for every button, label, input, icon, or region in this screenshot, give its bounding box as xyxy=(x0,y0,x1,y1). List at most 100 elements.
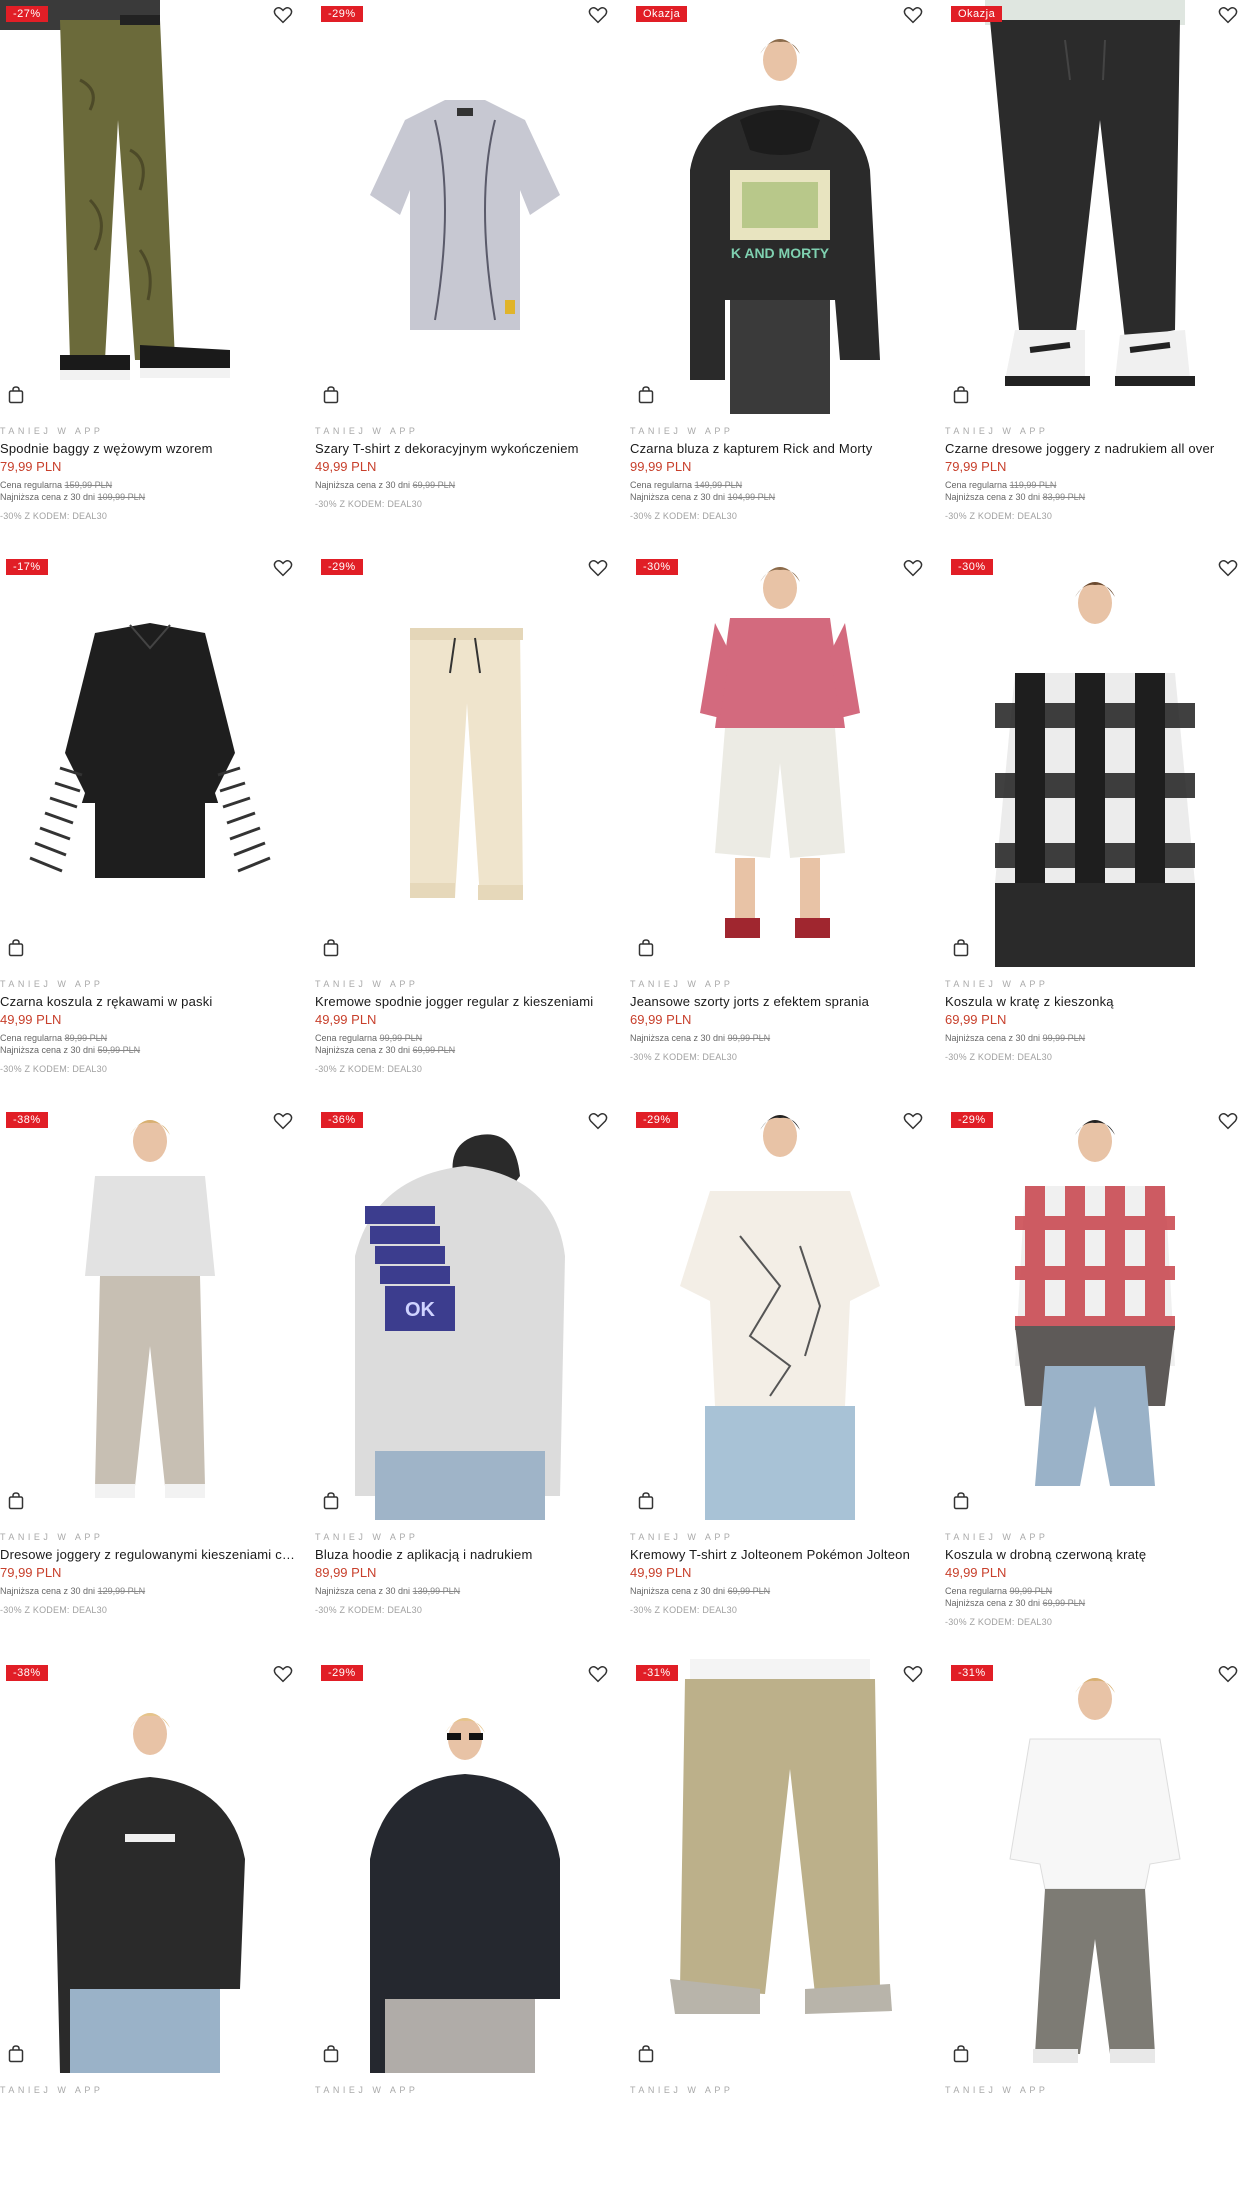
promo-code: -30% Z KODEM: DEAL30 xyxy=(0,1605,108,1615)
shopping-bag-icon[interactable] xyxy=(323,2045,339,2063)
product-name[interactable]: Koszula w drobną czerwoną kratę xyxy=(945,1547,1245,1562)
product-card[interactable]: -29% TANIEJ W APP Kremowy T-shirt z Jolt… xyxy=(630,1106,930,1654)
regular-price: 89,99 PLN xyxy=(64,1033,108,1043)
product-price: 49,99 PLN xyxy=(0,1012,62,1027)
app-discount-label: TANIEJ W APP xyxy=(0,979,104,989)
product-card[interactable]: -29% TANIEJ W APP xyxy=(315,1659,615,2207)
shopping-bag-icon[interactable] xyxy=(638,1492,654,1510)
shopping-bag-icon[interactable] xyxy=(323,1492,339,1510)
lowest-price-line: Najniższa cena z 30 dni 69,99 PLN xyxy=(315,1045,456,1055)
heart-icon[interactable] xyxy=(272,557,294,579)
product-image[interactable] xyxy=(0,1659,300,2073)
product-image[interactable] xyxy=(0,553,300,967)
promo-code: -30% Z KODEM: DEAL30 xyxy=(315,499,423,509)
product-card[interactable]: -31% TANIEJ W APP xyxy=(945,1659,1245,2207)
product-name[interactable]: Dresowe joggery z regulowanymi kieszenia… xyxy=(0,1547,300,1562)
product-card[interactable]: -17% TANIEJ W APP Czarna koszula z rękaw… xyxy=(0,553,300,1101)
heart-icon[interactable] xyxy=(902,4,924,26)
product-card[interactable]: -38% TANIEJ W APP xyxy=(0,1659,300,2207)
svg-text:OK: OK xyxy=(405,1299,436,1321)
product-card[interactable]: -38% TANIEJ W APP Dresowe joggery z regu… xyxy=(0,1106,300,1654)
product-image[interactable] xyxy=(945,553,1245,967)
product-image[interactable]: OK xyxy=(315,1106,615,1520)
product-image[interactable] xyxy=(945,1659,1245,2073)
heart-icon[interactable] xyxy=(587,1663,609,1685)
product-name[interactable]: Czarne dresowe joggery z nadrukiem all o… xyxy=(945,441,1245,456)
product-image[interactable] xyxy=(945,1106,1245,1520)
product-image[interactable] xyxy=(315,1659,615,2073)
product-card[interactable]: -31% TANIEJ W APP xyxy=(630,1659,930,2207)
app-discount-label: TANIEJ W APP xyxy=(945,1532,1049,1542)
app-discount-label: TANIEJ W APP xyxy=(315,2085,419,2095)
product-name[interactable]: Szary T-shirt z dekoracyjnym wykończenie… xyxy=(315,441,615,456)
product-name[interactable]: Jeansowe szorty jorts z efektem sprania xyxy=(630,994,930,1009)
shopping-bag-icon[interactable] xyxy=(953,939,969,957)
product-name[interactable]: Bluza hoodie z aplikacją i nadrukiem xyxy=(315,1547,615,1562)
product-image[interactable] xyxy=(945,0,1245,414)
lowest-price: 104,99 PLN xyxy=(727,492,776,502)
shopping-bag-icon[interactable] xyxy=(323,939,339,957)
heart-icon[interactable] xyxy=(587,1110,609,1132)
product-price: 69,99 PLN xyxy=(945,1012,1007,1027)
heart-icon[interactable] xyxy=(1217,557,1239,579)
app-discount-label: TANIEJ W APP xyxy=(315,426,419,436)
heart-icon[interactable] xyxy=(1217,1110,1239,1132)
shopping-bag-icon[interactable] xyxy=(953,386,969,404)
product-card[interactable]: -29% TANIEJ W APP Kremowe spodnie jogger… xyxy=(315,553,615,1101)
product-price: 79,99 PLN xyxy=(945,459,1007,474)
shopping-bag-icon[interactable] xyxy=(8,939,24,957)
product-image[interactable] xyxy=(0,1106,300,1520)
product-image[interactable] xyxy=(315,553,615,967)
discount-badge: Okazja xyxy=(951,6,1003,22)
heart-icon[interactable] xyxy=(272,4,294,26)
heart-icon[interactable] xyxy=(902,1110,924,1132)
heart-icon[interactable] xyxy=(902,1663,924,1685)
shopping-bag-icon[interactable] xyxy=(8,1492,24,1510)
product-card[interactable]: -29% TANIEJ W APP Koszula w drobną czerw… xyxy=(945,1106,1245,1654)
product-card[interactable]: OK -36% TANIEJ W APP Bluza hoodie z apli… xyxy=(315,1106,615,1654)
product-name[interactable]: Czarna koszula z rękawami w paski xyxy=(0,994,300,1009)
shopping-bag-icon[interactable] xyxy=(8,2045,24,2063)
heart-icon[interactable] xyxy=(587,4,609,26)
heart-icon[interactable] xyxy=(902,557,924,579)
heart-icon[interactable] xyxy=(1217,1663,1239,1685)
promo-code: -30% Z KODEM: DEAL30 xyxy=(945,1617,1053,1627)
product-card[interactable]: -29% TANIEJ W APP Szary T-shirt z dekora… xyxy=(315,0,615,548)
app-discount-label: TANIEJ W APP xyxy=(630,426,734,436)
heart-icon[interactable] xyxy=(272,1110,294,1132)
shopping-bag-icon[interactable] xyxy=(8,386,24,404)
product-image[interactable] xyxy=(0,0,300,414)
product-image[interactable] xyxy=(315,0,615,414)
product-image[interactable] xyxy=(630,553,930,967)
product-name[interactable]: Kremowy T-shirt z Jolteonem Pokémon Jolt… xyxy=(630,1547,930,1562)
app-discount-label: TANIEJ W APP xyxy=(945,979,1049,989)
discount-badge: -29% xyxy=(636,1112,678,1128)
heart-icon[interactable] xyxy=(272,1663,294,1685)
product-price: 89,99 PLN xyxy=(315,1565,377,1580)
product-card[interactable]: Okazja TANIEJ W APP Czarne dresowe jogge… xyxy=(945,0,1245,548)
shopping-bag-icon[interactable] xyxy=(638,386,654,404)
product-card[interactable]: -30% TANIEJ W APP Koszula w kratę z kies… xyxy=(945,553,1245,1101)
shopping-bag-icon[interactable] xyxy=(638,2045,654,2063)
shopping-bag-icon[interactable] xyxy=(638,939,654,957)
product-name[interactable]: Koszula w kratę z kieszonką xyxy=(945,994,1245,1009)
product-name[interactable]: Czarna bluza z kapturem Rick and Morty xyxy=(630,441,930,456)
product-name[interactable]: Spodnie baggy z wężowym wzorem xyxy=(0,441,300,456)
discount-badge: -30% xyxy=(636,559,678,575)
shopping-bag-icon[interactable] xyxy=(953,2045,969,2063)
product-image[interactable]: K AND MORTY xyxy=(630,0,930,414)
product-card[interactable]: -27% TANIEJ W APP Spodnie baggy z wężowy… xyxy=(0,0,300,548)
price-details: Najniższa cena z 30 dni 99,99 PLN -30% Z … xyxy=(945,1032,1085,1063)
regular-price-line: Cena regularna 159,99 PLN xyxy=(0,480,113,490)
promo-code: -30% Z KODEM: DEAL30 xyxy=(630,1052,738,1062)
product-card[interactable]: -30% TANIEJ W APP Jeansowe szorty jorts … xyxy=(630,553,930,1101)
product-card[interactable]: K AND MORTY Okazja TANIEJ W APP Czarna b… xyxy=(630,0,930,548)
product-image[interactable] xyxy=(630,1659,930,2073)
shopping-bag-icon[interactable] xyxy=(323,386,339,404)
shopping-bag-icon[interactable] xyxy=(953,1492,969,1510)
heart-icon[interactable] xyxy=(1217,4,1239,26)
heart-icon[interactable] xyxy=(587,557,609,579)
promo-code: -30% Z KODEM: DEAL30 xyxy=(630,1605,738,1615)
product-image[interactable] xyxy=(630,1106,930,1520)
product-name[interactable]: Kremowe spodnie jogger regular z kieszen… xyxy=(315,994,615,1009)
